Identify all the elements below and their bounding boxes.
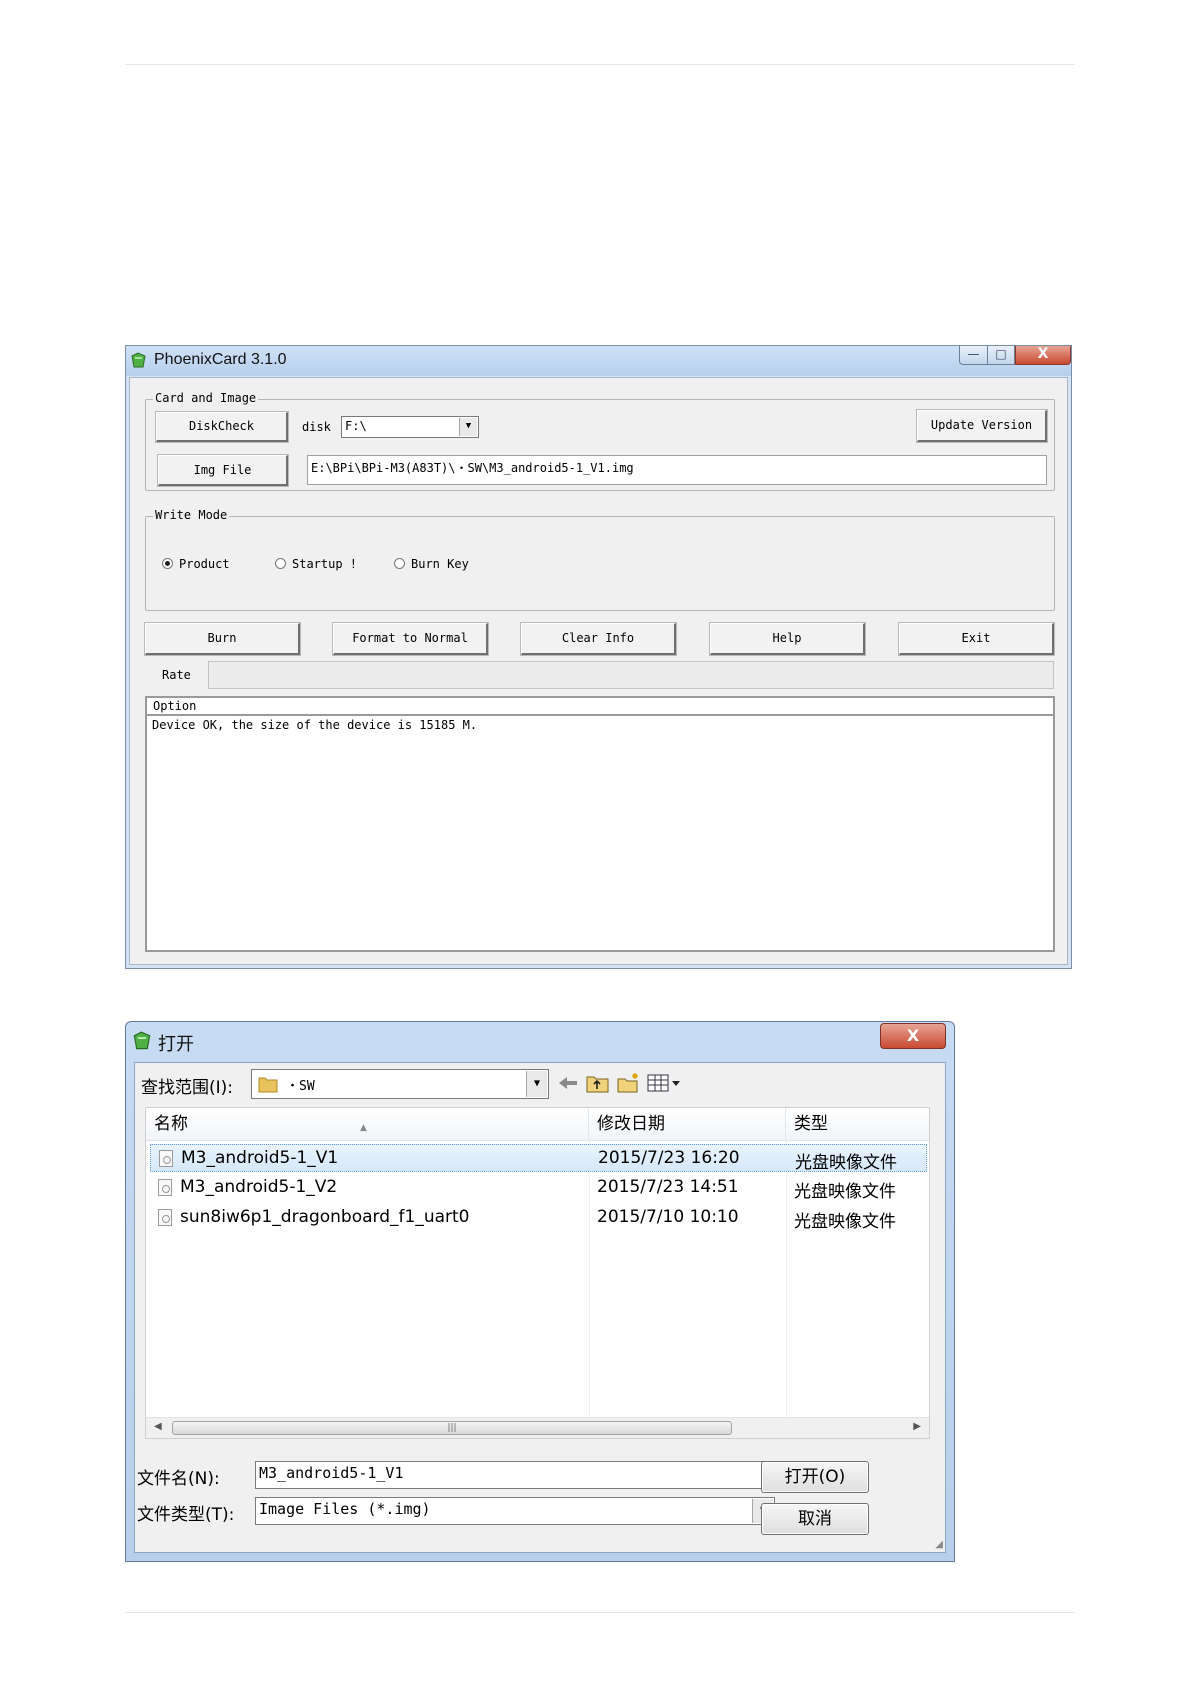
open-file-dialog: 打开 X 查找范围(I): ・SW ▼ 名称 ▲ 修改日期 类型 M3_andr…: [125, 1021, 955, 1562]
rate-label: Rate: [162, 668, 191, 682]
format-to-normal-button[interactable]: Format to Normal: [332, 622, 489, 656]
lookin-select[interactable]: ・SW ▼: [251, 1069, 549, 1099]
title-bar: PhoenixCard 3.1.0 — □ X: [126, 346, 1071, 376]
column-name[interactable]: 名称 ▲: [146, 1108, 589, 1140]
chevron-down-icon[interactable]: ▼: [526, 1071, 547, 1097]
radio-product-label: Product: [179, 557, 230, 571]
lookin-value: ・SW: [286, 1079, 315, 1094]
exit-button[interactable]: Exit: [898, 622, 1055, 656]
clear-info-button[interactable]: Clear Info: [520, 622, 677, 656]
new-folder-icon[interactable]: [616, 1071, 642, 1095]
file-type: 光盘映像文件: [794, 1182, 896, 1202]
file-row[interactable]: sun8iw6p1_dragonboard_f1_uart0 2015/7/10…: [150, 1204, 927, 1232]
card-and-image-group: Card and Image DiskCheck disk F:\ ▼ Upda…: [145, 391, 1055, 491]
file-row[interactable]: M3_android5-1_V2 2015/7/23 14:51 光盘映像文件: [150, 1174, 927, 1202]
filetype-label: 文件类型(T):: [137, 1505, 235, 1525]
card-and-image-legend: Card and Image: [153, 391, 259, 405]
cancel-button[interactable]: 取消: [761, 1503, 869, 1535]
rate-progress-bar: [208, 661, 1054, 689]
radio-startup-indicator[interactable]: [275, 558, 286, 569]
option-message: Device OK, the size of the device is 151…: [152, 718, 478, 732]
write-mode-legend: Write Mode: [153, 508, 230, 522]
back-arrow-icon[interactable]: [555, 1071, 581, 1095]
option-output-box: Option Device OK, the size of the device…: [145, 696, 1055, 952]
scrollbar-thumb[interactable]: |||: [172, 1421, 732, 1435]
disk-select[interactable]: F:\ ▼: [341, 416, 479, 438]
column-date-label: 修改日期: [597, 1114, 665, 1134]
filetype-value: Image Files (*.img): [259, 1500, 431, 1518]
file-name: M3_android5-1_V2: [180, 1177, 338, 1197]
lookin-label: 查找范围(I):: [141, 1078, 234, 1098]
column-type-label: 类型: [794, 1114, 828, 1134]
write-mode-group: Write Mode Product Startup ! Burn Key: [145, 508, 1055, 611]
dialog-close-button[interactable]: X: [880, 1023, 946, 1049]
maximize-button[interactable]: □: [987, 346, 1015, 365]
page-top-rule: [125, 64, 1075, 65]
file-icon: [158, 1179, 172, 1196]
image-path-field[interactable]: E:\BPi\BPi-M3(A83T)\・SW\M3_android5-1_V1…: [307, 455, 1047, 485]
dialog-title: 打开: [158, 1034, 194, 1055]
sort-arrow-icon: ▲: [360, 1123, 367, 1133]
column-date[interactable]: 修改日期: [589, 1108, 786, 1140]
column-type[interactable]: 类型: [786, 1108, 929, 1140]
phoenix-app-icon: [133, 1031, 151, 1050]
file-row[interactable]: M3_android5-1_V1 2015/7/23 16:20 光盘映像文件: [150, 1144, 927, 1173]
disk-label: disk: [302, 420, 331, 434]
resize-grip-icon[interactable]: ◢: [935, 1539, 943, 1550]
file-type: 光盘映像文件: [794, 1212, 896, 1232]
file-icon: [158, 1209, 172, 1226]
diskcheck-button[interactable]: DiskCheck: [155, 411, 289, 443]
folder-icon: [258, 1077, 278, 1093]
burn-button[interactable]: Burn: [144, 622, 301, 656]
file-date: 2015/7/10 10:10: [597, 1207, 739, 1227]
minimize-button[interactable]: —: [959, 346, 988, 365]
file-name: sun8iw6p1_dragonboard_f1_uart0: [180, 1207, 470, 1227]
window-title: PhoenixCard 3.1.0: [154, 351, 287, 368]
radio-burn-key-label: Burn Key: [411, 557, 469, 571]
filename-label: 文件名(N):: [137, 1469, 220, 1489]
img-file-button[interactable]: Img File: [157, 454, 289, 487]
update-version-button[interactable]: Update Version: [916, 409, 1048, 443]
phoenixcard-window: PhoenixCard 3.1.0 — □ X Card and Image D…: [125, 345, 1072, 969]
window-client-area: Card and Image DiskCheck disk F:\ ▼ Upda…: [129, 377, 1068, 965]
file-list: 名称 ▲ 修改日期 类型 M3_android5-1_V1 2015/7/23 …: [145, 1107, 930, 1439]
help-button[interactable]: Help: [709, 622, 866, 656]
scroll-right-arrow-icon[interactable]: ▶: [913, 1421, 921, 1432]
disk-select-value: F:\: [345, 419, 367, 433]
view-menu-icon[interactable]: [646, 1071, 686, 1095]
horizontal-scrollbar[interactable]: ◀ ||| ▶: [146, 1417, 929, 1438]
file-name: M3_android5-1_V1: [181, 1148, 339, 1168]
radio-product-indicator[interactable]: [162, 558, 173, 569]
option-header: Option: [147, 698, 1053, 716]
page-bottom-rule: [125, 1612, 1075, 1613]
dialog-client-area: 查找范围(I): ・SW ▼ 名称 ▲ 修改日期 类型 M3_android5-…: [134, 1062, 946, 1553]
file-type: 光盘映像文件: [795, 1153, 897, 1173]
radio-startup-label: Startup !: [292, 557, 358, 571]
scroll-left-arrow-icon[interactable]: ◀: [154, 1421, 162, 1432]
open-button[interactable]: 打开(O): [761, 1461, 869, 1493]
filetype-select[interactable]: Image Files (*.img) ▼: [255, 1497, 775, 1525]
phoenix-app-icon: [131, 352, 146, 368]
radio-burn-key[interactable]: Burn Key: [394, 557, 469, 571]
radio-product[interactable]: Product: [162, 557, 230, 571]
filename-input[interactable]: M3_android5-1_V1: [255, 1461, 775, 1489]
close-button[interactable]: X: [1015, 346, 1071, 365]
up-folder-icon[interactable]: [585, 1071, 611, 1095]
file-date: 2015/7/23 14:51: [597, 1177, 739, 1197]
radio-startup[interactable]: Startup !: [275, 557, 357, 571]
chevron-down-icon[interactable]: ▼: [459, 418, 477, 436]
file-list-header: 名称 ▲ 修改日期 类型: [146, 1108, 929, 1141]
file-icon: [159, 1150, 173, 1167]
column-name-label: 名称: [154, 1114, 188, 1134]
radio-burn-key-indicator[interactable]: [394, 558, 405, 569]
file-date: 2015/7/23 16:20: [598, 1148, 740, 1168]
